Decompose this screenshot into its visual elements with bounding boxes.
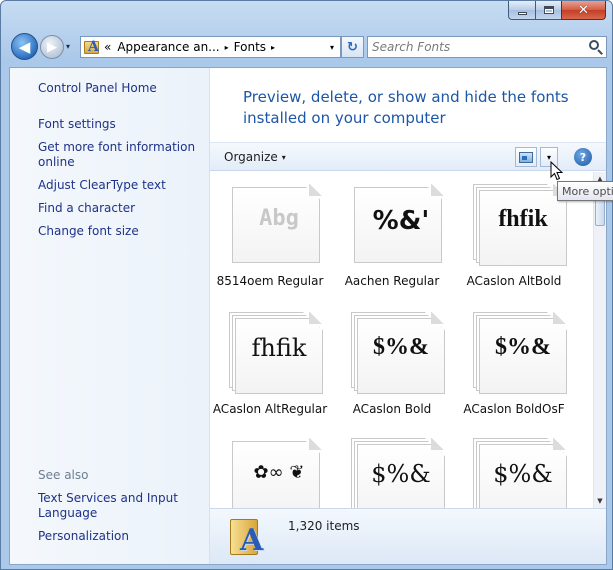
text-services-link[interactable]: Text Services and Input Language (38, 491, 198, 521)
item-count: 1,320 items (288, 519, 360, 533)
mouse-pointer-icon (550, 161, 564, 181)
address-bar[interactable]: A « Appearance an... ▸ Fonts ▸ ▾ (80, 36, 341, 58)
font-preview-icon: Abg (229, 184, 323, 266)
organize-button[interactable]: Organize ▾ (224, 150, 286, 164)
help-button[interactable]: ? (574, 148, 592, 166)
font-name-label: ACaslon AltBold (466, 274, 562, 288)
command-bar: Organize ▾ ▾ ? (210, 142, 606, 171)
font-preview-icon: $%& (351, 312, 445, 394)
scroll-down-icon[interactable]: ▼ (594, 494, 606, 508)
font-tile[interactable]: $%& ACaslon BoldOsF (454, 300, 574, 432)
content-area: Control Panel Home Font settings Get mor… (9, 67, 607, 565)
forward-arrow-icon: ▶ (47, 39, 57, 55)
font-preview-icon: %&' (351, 184, 445, 266)
large-icons-view-icon (519, 151, 533, 163)
font-preview-icon: $%& (473, 312, 567, 394)
font-settings-link[interactable]: Font settings (38, 117, 198, 132)
breadcrumb-appearance[interactable]: Appearance an... (114, 40, 222, 54)
font-name-label: ACaslon Bold (352, 402, 432, 416)
font-sample-text: fhfik (251, 334, 307, 362)
font-name-label: ACaslon AltRegular (212, 402, 328, 416)
font-sample-text: %&' (372, 206, 430, 236)
page-title: Preview, delete, or show and hide the fo… (243, 88, 569, 127)
font-tile[interactable]: ✿∞ ❦ (210, 426, 330, 508)
back-button[interactable]: ◀ (11, 33, 38, 60)
address-dropdown-icon[interactable]: ▾ (324, 37, 340, 57)
font-sample-text: $%& (373, 334, 429, 360)
font-preview-icon: ✿∞ ❦ (229, 438, 323, 508)
font-sample-text: Abg (259, 206, 299, 231)
font-tile[interactable]: fhfik ACaslon AltBold (454, 172, 574, 304)
search-box[interactable] (367, 36, 607, 58)
fonts-folder-icon: A (84, 39, 101, 55)
search-input[interactable] (368, 37, 586, 57)
font-grid: Abg 8514oem Regular %&' Aachen Regular fhfik… (210, 172, 596, 508)
more-font-info-link[interactable]: Get more font information online (38, 140, 198, 170)
fonts-window: ✕ ◀ ▶ ▾ A « Appearance an... ▸ Fonts ▸ ▾… (0, 0, 613, 570)
font-tile[interactable]: $%& ACaslon Bold (332, 300, 452, 432)
font-tile[interactable]: Abg 8514oem Regular (210, 172, 330, 304)
change-font-size-link[interactable]: Change font size (38, 224, 198, 239)
font-preview-icon: fhfik (473, 184, 567, 266)
fonts-folder-icon: A (228, 515, 268, 559)
minimize-icon (517, 11, 527, 15)
font-sample-text: ✿∞ ❦ (253, 462, 305, 483)
maximize-icon (543, 6, 554, 14)
refresh-button[interactable]: ↻ (341, 36, 364, 58)
vertical-scrollbar[interactable]: ▲ ▼ (593, 172, 606, 508)
font-preview-icon: $%& (351, 438, 445, 508)
font-name-label: 8514oem Regular (216, 274, 324, 288)
adjust-cleartype-link[interactable]: Adjust ClearType text (38, 178, 198, 193)
breadcrumb-separator-icon[interactable]: ▸ (223, 43, 231, 52)
change-view-button[interactable] (515, 147, 537, 167)
search-icon[interactable] (586, 37, 606, 57)
font-tile[interactable]: $%& (332, 426, 452, 508)
main-pane: Preview, delete, or show and hide the fo… (210, 68, 606, 564)
font-name-label: ACaslon BoldOsF (463, 402, 565, 416)
back-arrow-icon: ◀ (18, 37, 31, 56)
organize-caret-icon: ▾ (281, 153, 286, 162)
breadcrumb-separator-icon[interactable]: ▸ (269, 43, 277, 52)
font-sample-text: $%& (371, 460, 431, 488)
see-also-label: See also (38, 468, 89, 482)
font-sample-text: $%& (493, 460, 553, 488)
find-character-link[interactable]: Find a character (38, 201, 198, 216)
font-name-label: Aachen Regular (344, 274, 440, 288)
control-panel-home-link[interactable]: Control Panel Home (38, 81, 198, 96)
address-overflow[interactable]: « (101, 40, 114, 54)
more-options-tooltip: More opti (557, 181, 613, 201)
close-button[interactable]: ✕ (561, 1, 606, 20)
font-sample-text: fhfik (498, 206, 548, 232)
font-sample-text: $%& (495, 334, 551, 360)
maximize-button[interactable] (535, 1, 561, 20)
recent-pages-dropdown[interactable]: ▾ (66, 42, 70, 51)
font-tile[interactable]: %&' Aachen Regular (332, 172, 452, 304)
forward-button[interactable]: ▶ (40, 35, 64, 59)
caption-buttons: ✕ (508, 1, 606, 21)
navigation-bar: ◀ ▶ ▾ A « Appearance an... ▸ Fonts ▸ ▾ ↻ (9, 32, 607, 62)
details-pane: A 1,320 items (210, 508, 606, 564)
minimize-button[interactable] (508, 1, 535, 20)
organize-label: Organize (224, 150, 278, 164)
font-tile[interactable]: $%& (454, 426, 574, 508)
breadcrumb-fonts[interactable]: Fonts (231, 40, 269, 54)
personalization-link[interactable]: Personalization (38, 529, 198, 544)
task-pane: Control Panel Home Font settings Get mor… (10, 68, 210, 564)
font-tile[interactable]: fhfik ACaslon AltRegular (210, 300, 330, 432)
close-icon: ✕ (578, 2, 589, 18)
font-preview-icon: fhfik (229, 312, 323, 394)
help-icon: ? (579, 150, 587, 164)
refresh-icon: ↻ (347, 39, 358, 55)
font-preview-icon: $%& (473, 438, 567, 508)
